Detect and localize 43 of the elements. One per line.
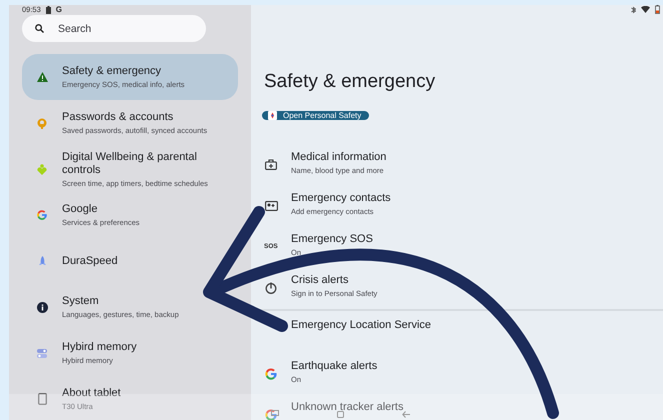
google-logo-icon (36, 208, 48, 222)
recents-icon[interactable] (271, 410, 279, 418)
item-title: Digital Wellbeing & parental controls (62, 150, 198, 176)
row-title: Medical information (291, 151, 386, 164)
row-title: Crisis alerts (291, 274, 350, 287)
search-icon (35, 24, 44, 33)
item-title: DuraSpeed (62, 254, 118, 268)
row-title: Emergency Location Service (291, 319, 432, 332)
row-title: Unknown tracker alerts (291, 401, 404, 414)
notification-letter: G (56, 5, 62, 14)
item-title: Safety & emergency (62, 65, 162, 78)
page-title: Safety & emergency (264, 71, 436, 93)
row-title: Emergency contacts (291, 192, 391, 205)
item-title: System (62, 295, 100, 308)
row-title: Emergency SOS (291, 233, 373, 246)
item-title: Google (62, 203, 98, 216)
item-title: About tablet (62, 387, 121, 400)
back-icon[interactable] (402, 411, 410, 418)
tablet-icon (38, 393, 46, 405)
key-icon (37, 118, 47, 128)
toggles-icon (37, 348, 47, 358)
medical-kit-icon (265, 159, 277, 170)
settings-row[interactable]: Unknown tracker alerts (251, 394, 663, 420)
item-title: Hybird memory (62, 341, 137, 354)
wifi-icon (641, 6, 650, 13)
google-logo-icon (264, 408, 278, 420)
bluetooth-icon (631, 6, 636, 14)
item-title: Passwords & accounts (62, 111, 174, 124)
settings-row[interactable]: Emergency Location Service (251, 312, 663, 353)
sidebar-item[interactable]: DuraSpeed (22, 238, 238, 284)
info-icon (36, 302, 48, 312)
warning-icon (36, 72, 48, 82)
home-icon[interactable] (337, 411, 344, 418)
battery-low-icon (655, 5, 660, 14)
contact-card-icon (264, 200, 278, 210)
rocket-icon (38, 256, 46, 266)
search-field[interactable]: Search (22, 15, 206, 42)
open-personal-safety-button[interactable]: Open Personal Safety (262, 111, 370, 120)
battery-icon (46, 6, 51, 14)
heart-person-icon (37, 164, 47, 174)
personal-safety-icon (268, 111, 277, 120)
row-title: Earthquake alerts (291, 360, 378, 373)
google-logo-icon (264, 366, 278, 380)
